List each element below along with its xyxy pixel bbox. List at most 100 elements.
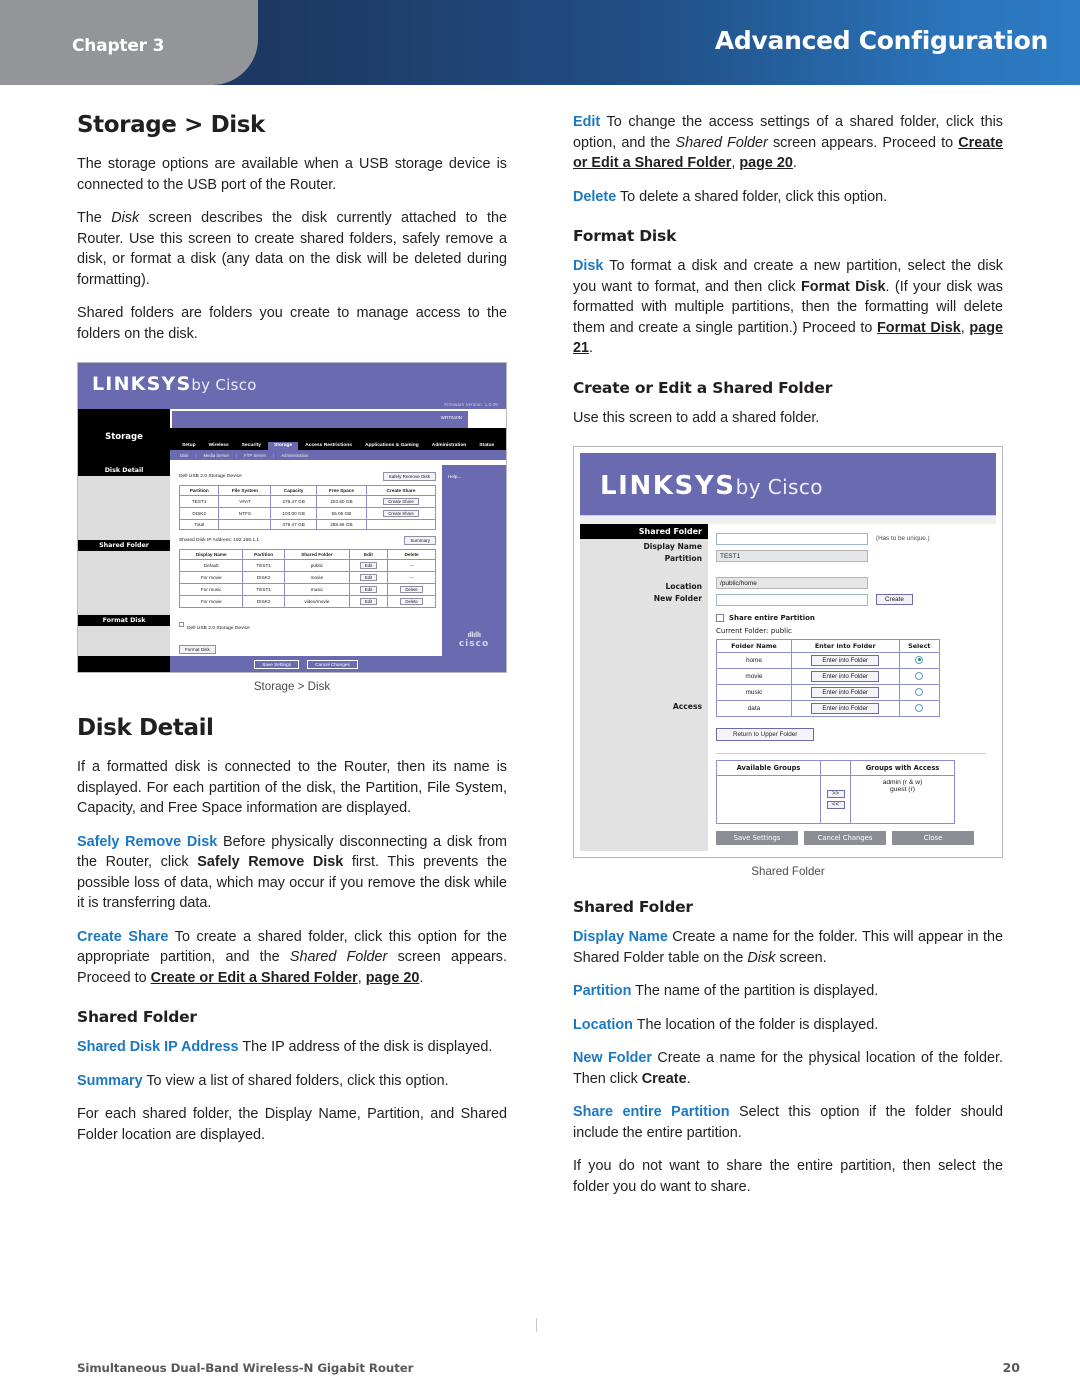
term-edit: Edit	[573, 114, 601, 130]
table-header-row: Available Groups Groups with Access	[716, 760, 955, 776]
ui-edit-button[interactable]: Edit	[359, 586, 378, 593]
ui-tab-storage[interactable]: Storage	[267, 442, 299, 450]
cell-select	[898, 700, 941, 717]
table-row: For music TEST1 music Edit Delete	[178, 583, 436, 596]
group-entry-admin[interactable]: admin (r & w)	[852, 779, 953, 786]
table-row: data Enter into Folder	[716, 700, 941, 717]
cell-edit: Edit	[348, 559, 389, 572]
term-disk: Disk	[573, 258, 604, 274]
cell-create-share: Create Share	[365, 495, 437, 508]
enter-into-folder-button[interactable]: Enter into Folder	[811, 703, 880, 714]
input-new-folder[interactable]	[716, 593, 868, 606]
ui-edit-button[interactable]: Edit	[359, 574, 378, 581]
table-row: >> << admin (r & w) guest (r)	[716, 775, 955, 824]
ui-subtab-disk[interactable]: Disk	[180, 453, 188, 458]
text-run: The	[77, 210, 112, 226]
radio-button-icon[interactable]	[915, 671, 924, 680]
ui-cancel-changes-button[interactable]: Cancel Changes	[307, 659, 358, 669]
link-format-disk[interactable]: Format Disk	[877, 320, 961, 336]
table-row: music Enter into Folder	[716, 684, 941, 701]
cell-shared-folder: movie	[283, 571, 350, 584]
col-create-share: Create Share	[365, 485, 437, 496]
cell-edit: Edit	[348, 571, 389, 584]
ui-create-share-button[interactable]: Create Share	[383, 510, 419, 517]
group-entry-guest[interactable]: guest (r)	[852, 786, 953, 793]
cancel-changes-button[interactable]: Cancel Changes	[804, 831, 886, 845]
ui-format-device-label: Dell USB 2.0 Storage Device	[187, 626, 250, 631]
input-display-name[interactable]	[716, 532, 868, 545]
save-settings-button[interactable]: Save Settings	[716, 831, 798, 845]
ui-safely-remove-disk-button[interactable]: Safely Remove Disk	[382, 472, 436, 481]
link-create-or-edit-shared-folder[interactable]: Create or Edit a Shared Folder	[151, 970, 358, 986]
remove-group-button[interactable]: <<	[826, 801, 845, 809]
ui-summary-button[interactable]: Summary	[404, 536, 436, 545]
input-partition: TEST1	[716, 549, 868, 562]
radio-button-icon[interactable]	[915, 703, 924, 712]
ui-edit-button[interactable]: Edit	[359, 562, 378, 569]
footer-page-number: 20	[1002, 1360, 1020, 1375]
create-button[interactable]: Create	[876, 594, 913, 605]
ui-subtab-administration[interactable]: Administration	[281, 453, 308, 458]
paragraph-create-or-edit-intro: Use this screen to add a shared folder.	[573, 409, 820, 426]
add-group-button[interactable]: >>	[826, 790, 845, 798]
ui-create-share-button[interactable]: Create Share	[383, 498, 419, 505]
cell-delete: Delete	[387, 583, 436, 596]
close-button[interactable]: Close	[892, 831, 974, 845]
linksys-wordmark: LINKSYS	[92, 373, 192, 395]
ui-tab-administration[interactable]: Administration	[425, 442, 473, 450]
ui-tab-status[interactable]: Status	[473, 442, 501, 450]
col-groups-with-access: Groups with Access	[850, 760, 955, 776]
left-column: Storage > Disk The storage options are a…	[77, 112, 507, 1145]
ui-delete-button[interactable]: Delete	[400, 598, 423, 605]
page-footer: Simultaneous Dual-Band Wireless-N Gigabi…	[77, 1360, 1020, 1375]
link-page-20[interactable]: page 20	[739, 155, 793, 171]
ui-save-settings-button[interactable]: Save Settings	[254, 659, 300, 669]
ui-tab-setup[interactable]: Setup	[176, 442, 202, 450]
ui-subtab-strip: Disk | Media Server | FTP Server | Admin…	[170, 450, 506, 460]
ui-brand-bar: LINKSYSby Cisco	[580, 453, 996, 515]
enter-into-folder-button[interactable]: Enter into Folder	[811, 671, 880, 682]
ui-subtab-media-server[interactable]: Media Server	[203, 453, 229, 458]
ui-subtab-ftp-server[interactable]: FTP Server	[244, 453, 266, 458]
ui-tab-applications-gaming[interactable]: Applications & Gaming	[358, 442, 425, 450]
checkbox-icon[interactable]	[179, 622, 184, 628]
paragraph-disk-detail-intro: If a formatted disk is connected to the …	[77, 759, 507, 816]
cell-groups-with-access-list[interactable]: admin (r & w) guest (r)	[850, 775, 955, 824]
paragraph-disk-screen: The Disk screen describes the disk curre…	[77, 208, 507, 290]
current-folder-value: public	[770, 627, 792, 635]
radio-button-icon[interactable]	[915, 655, 924, 664]
ui-format-disk-button[interactable]: Format Disk	[179, 645, 216, 654]
term-create-share: Create Share	[77, 928, 169, 945]
ui-format-checkbox-row[interactable]: Dell USB 2.0 Storage Device	[179, 616, 436, 634]
col-edit: Edit	[348, 549, 389, 560]
link-page-20[interactable]: page 20	[366, 970, 420, 986]
label-access: Access	[672, 702, 702, 711]
cell-available-groups-list[interactable]	[716, 775, 821, 824]
figure-caption-storage-disk: Storage > Disk	[253, 680, 331, 693]
input-location: /public/home	[716, 576, 868, 589]
heading-shared-folder-right: Shared Folder	[573, 898, 693, 916]
enter-into-folder-button[interactable]: Enter into Folder	[811, 687, 880, 698]
ui-tab-security[interactable]: Security	[235, 442, 267, 450]
text-run: .	[792, 155, 797, 171]
row-share-entire-partition[interactable]: Share entire Partition	[716, 614, 986, 622]
enter-into-folder-button[interactable]: Enter into Folder	[811, 655, 880, 666]
cell-select	[898, 684, 941, 701]
ui-delete-button[interactable]: Delete	[400, 586, 423, 593]
term-share-entire-partition: Share entire Partition	[573, 1104, 730, 1120]
col-display-name: Display Name	[178, 549, 244, 560]
hint-display-name: (Has to be unique.)	[876, 535, 930, 542]
ui-tab-wireless[interactable]: Wireless	[202, 442, 235, 450]
table-row: Total 379.47 GB 258.66 GB	[178, 519, 437, 530]
chapter-tab: Chapter 3	[0, 0, 258, 85]
table-row: DISK2 NTFS 103.00 GB 55.05 GB Create Sha…	[178, 507, 437, 520]
ui-body: Shared Folder Display Name Partition Loc…	[580, 524, 996, 851]
checkbox-icon[interactable]	[716, 614, 724, 622]
radio-button-icon[interactable]	[915, 687, 924, 696]
ui-tab-access-restrictions[interactable]: Access Restrictions	[299, 442, 358, 450]
ui-edit-button[interactable]: Edit	[359, 598, 378, 605]
ui-help-link[interactable]: Help...	[442, 465, 506, 479]
col-delete: Delete	[387, 549, 436, 560]
return-to-upper-folder-button[interactable]: Return to Upper Folder	[716, 728, 815, 741]
ui-nav-column: WRT610N Setup Wireless Security Storage …	[170, 409, 506, 465]
